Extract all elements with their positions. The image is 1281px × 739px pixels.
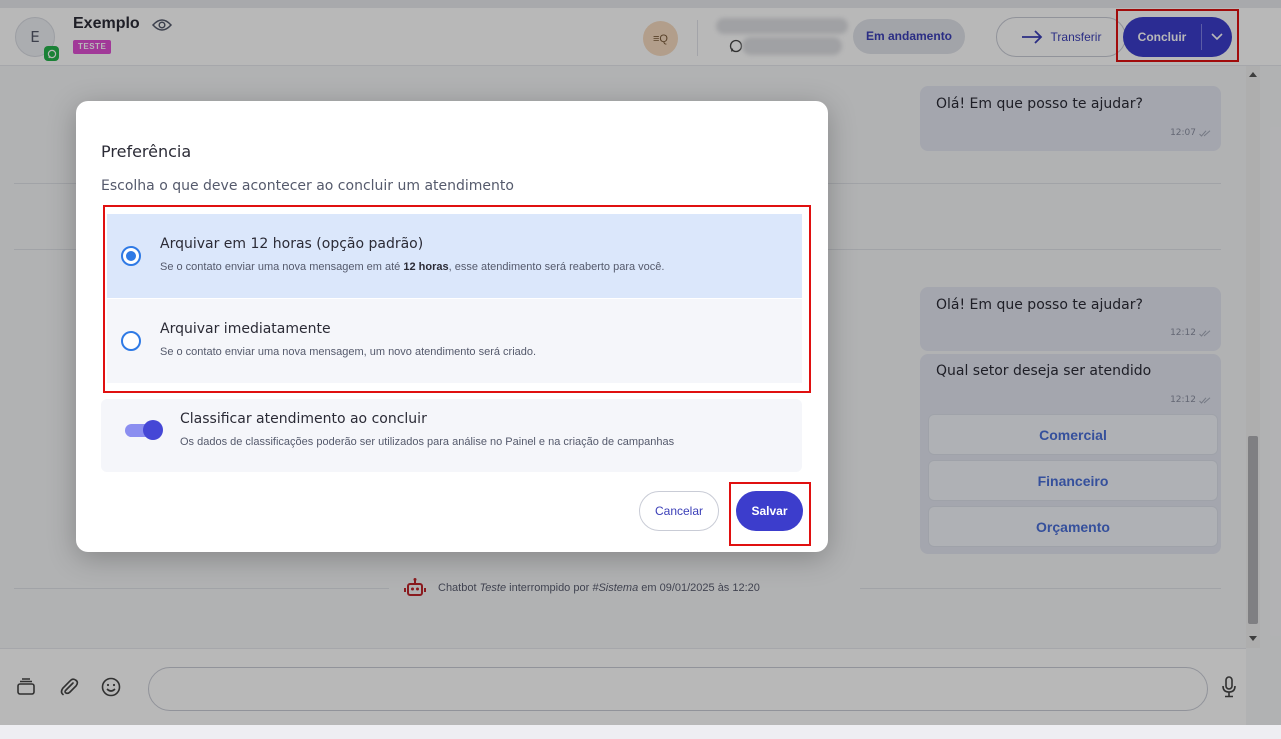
bottom-strip [0, 725, 1281, 739]
cancel-button[interactable]: Cancelar [639, 491, 719, 531]
radio-archive-12h[interactable] [121, 246, 141, 266]
classify-title: Classificar atendimento ao concluir [180, 411, 427, 427]
preference-modal: Preferência Escolha o que deve acontecer… [76, 101, 828, 552]
option-archive-12h-title: Arquivar em 12 horas (opção padrão) [160, 236, 424, 252]
modal-subtitle: Escolha o que deve acontecer ao concluir… [101, 178, 514, 194]
radio-archive-immediately[interactable] [121, 331, 141, 351]
classify-desc: Os dados de classificações poderão ser u… [180, 436, 675, 448]
option-archive-immediately[interactable]: Arquivar imediatamente Se o contato envi… [107, 299, 802, 383]
option-archive-12h-desc-after: , esse atendimento será reaberto para vo… [448, 261, 665, 273]
save-button[interactable]: Salvar [736, 491, 803, 531]
option-archive-12h-desc-before: Se o contato enviar uma nova mensagem em… [160, 261, 404, 273]
option-archive-12h-desc: Se o contato enviar uma nova mensagem em… [160, 261, 664, 273]
toggle-knob [143, 420, 163, 440]
classify-toggle[interactable] [125, 420, 163, 440]
option-archive-immediately-desc: Se o contato enviar uma nova mensagem, u… [160, 346, 537, 358]
option-archive-12h-desc-bold: 12 horas [403, 261, 449, 273]
modal-title: Preferência [101, 142, 192, 161]
option-archive-immediately-title: Arquivar imediatamente [160, 321, 331, 337]
option-archive-12h[interactable]: Arquivar em 12 horas (opção padrão) Se o… [107, 214, 802, 298]
classify-setting: Classificar atendimento ao concluir Os d… [101, 399, 802, 472]
